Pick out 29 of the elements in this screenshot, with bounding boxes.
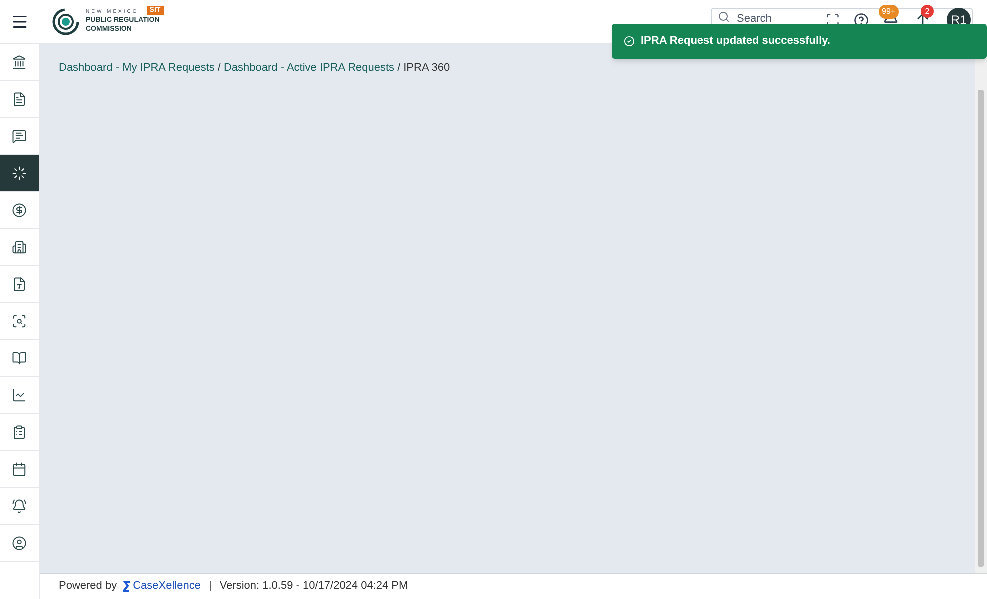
- chart-icon: [12, 388, 27, 402]
- brand-name: CaseXellence: [133, 579, 201, 594]
- building-icon: [12, 240, 27, 254]
- toast-message: IPRA Request updated successfully.: [641, 34, 830, 50]
- brand-logo-icon: [123, 581, 132, 592]
- search-icon: [718, 11, 730, 23]
- breadcrumb-separator: /: [396, 61, 402, 76]
- bank-icon: [12, 54, 27, 70]
- breadcrumb-link[interactable]: Dashboard - Active IPRA Requests: [224, 60, 395, 76]
- book-icon: [12, 350, 27, 366]
- breadcrumb-link[interactable]: Dashboard - My IPRA Requests: [59, 60, 215, 76]
- loader-icon: [12, 166, 27, 180]
- breadcrumb-separator: /: [216, 61, 222, 76]
- fullscreen-icon[interactable]: [826, 13, 840, 27]
- alarm-bell-icon: [12, 498, 27, 514]
- message-icon: [12, 128, 27, 144]
- text-file-icon: [12, 276, 27, 292]
- check-icon: [624, 36, 635, 47]
- calendar-icon: [12, 462, 27, 476]
- user-icon: [12, 536, 27, 550]
- powered-by-label: Powered by: [59, 579, 118, 594]
- footer-separator: |: [208, 579, 213, 594]
- sidebar-item[interactable]: [0, 155, 39, 192]
- dollar-icon: [12, 202, 27, 218]
- version-text: Version: 1.0.59 - 10/17/2024 04:24 PM: [220, 579, 408, 594]
- scan-search-icon: [12, 314, 27, 328]
- breadcrumb-current: IPRA 360: [404, 61, 450, 76]
- document-icon: [12, 92, 27, 106]
- clipboard-icon: [12, 424, 27, 440]
